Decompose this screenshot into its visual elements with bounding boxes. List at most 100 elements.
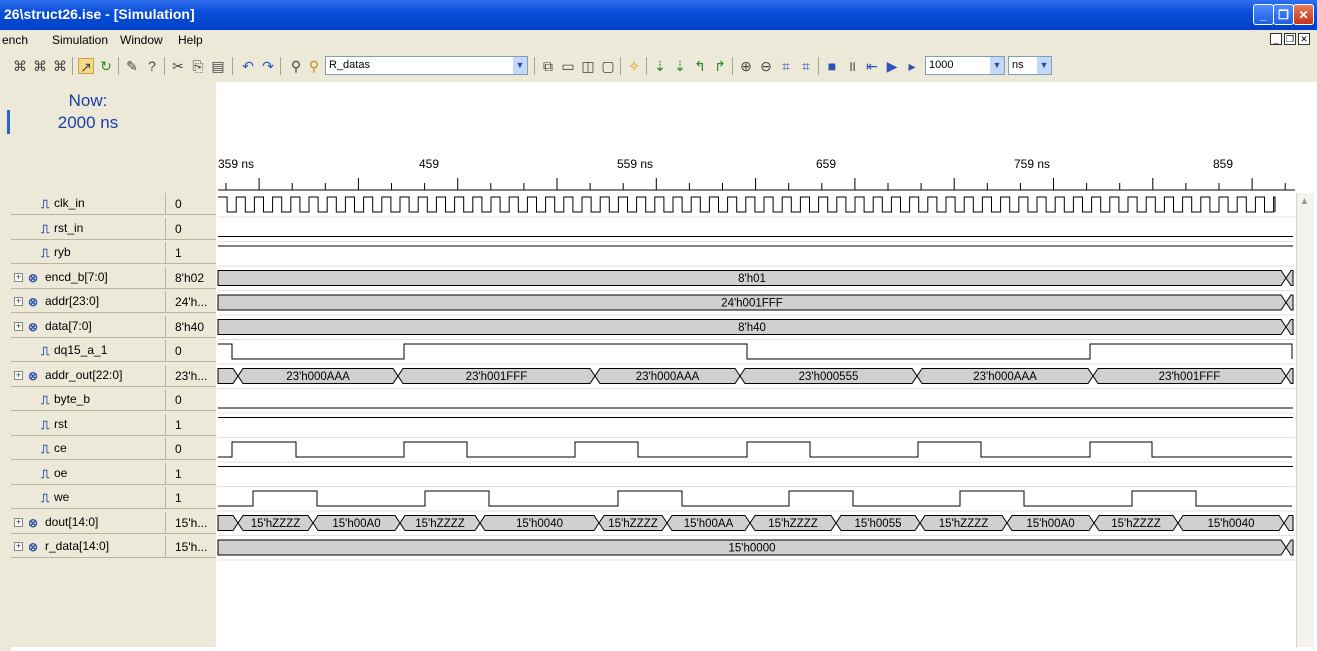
- signal-name: addr[23:0]: [45, 294, 100, 308]
- expand-icon[interactable]: +: [14, 272, 23, 282]
- time-tick-label: 759 ns: [1014, 157, 1050, 171]
- signal-value: 0: [165, 340, 216, 362]
- signal-row-14[interactable]: + ⊗ r_data[14:0]: [11, 536, 165, 558]
- bus-segment: [217, 515, 239, 531]
- expand-icon[interactable]: +: [14, 370, 23, 380]
- bus-value-label: 15'hZZZZ: [939, 518, 988, 530]
- bit-signal-icon: ⎍: [41, 417, 50, 432]
- bus-value-label: 15'hZZZZ: [1111, 518, 1160, 530]
- expand-icon[interactable]: +: [14, 321, 23, 331]
- bus-value-label: 15'h00A0: [332, 518, 380, 530]
- waveform-dq15-a-1: [218, 343, 1293, 360]
- bus-value-label: 23'h000AAA: [286, 371, 350, 383]
- signal-row-8[interactable]: ⎍ byte_b: [11, 389, 165, 411]
- signal-name: r_data[14:0]: [45, 539, 110, 553]
- signal-row-11[interactable]: ⎍ oe: [11, 463, 165, 485]
- waveform-we: [218, 490, 1292, 507]
- signal-row-6[interactable]: ⎍ dq15_a_1: [11, 340, 165, 362]
- signal-value: 0: [165, 389, 216, 411]
- bus-signal-icon: ⊗: [28, 295, 39, 309]
- signal-name: oe: [54, 465, 68, 480]
- bus-value-label: 23'h001FFF: [466, 371, 528, 383]
- signal-name: dq15_a_1: [54, 343, 108, 357]
- bit-signal-icon: ⎍: [41, 197, 50, 211]
- bus-value-label: 8'h01: [738, 273, 766, 285]
- bus-value-label: 15'hZZZZ: [251, 518, 300, 530]
- time-tick-label: 459: [419, 157, 439, 171]
- bit-signal-icon: ⎍: [41, 491, 50, 505]
- bus-value-label: 15'h0040: [1208, 518, 1255, 530]
- signal-row-7[interactable]: + ⊗ addr_out[22:0]: [11, 365, 165, 387]
- signal-value: 8'h40: [165, 315, 216, 338]
- bus-signal-icon: ⊗: [28, 515, 39, 530]
- bus-value-label: 15'hZZZZ: [415, 518, 464, 530]
- waveform-clk-in: [218, 196, 1276, 213]
- time-tick-label: 359 ns: [218, 157, 254, 171]
- time-tick-label: 659: [816, 157, 836, 171]
- bit-signal-icon: ⎍: [41, 442, 50, 456]
- bus-signal-icon: ⊗: [28, 540, 39, 554]
- bus-value-label: 23'h000AAA: [636, 371, 700, 383]
- bus-segment: [217, 368, 239, 384]
- signal-value: 15'h...: [165, 511, 216, 534]
- bus-signal-icon: ⊗: [28, 319, 39, 334]
- bus-value-label: 15'h0000: [729, 543, 776, 555]
- signal-row-10[interactable]: ⎍ ce: [11, 438, 165, 460]
- signal-row-1[interactable]: ⎍ rst_in: [11, 218, 165, 240]
- signal-value: 15'h...: [165, 536, 216, 558]
- time-tick-label: 859: [1213, 157, 1233, 171]
- signal-value: 8'h02: [165, 266, 216, 289]
- bit-signal-icon: ⎍: [41, 393, 50, 407]
- time-tick-label: 559 ns: [617, 157, 653, 171]
- bus-segment: [1285, 539, 1294, 556]
- signal-value: 1: [165, 462, 216, 485]
- signal-name: clk_in: [54, 196, 85, 210]
- bus-value-label: 15'h00A0: [1026, 518, 1074, 530]
- bus-segment: [1285, 319, 1294, 335]
- expand-icon[interactable]: +: [14, 542, 23, 551]
- signal-row-12[interactable]: ⎍ we: [11, 487, 165, 509]
- vertical-scrollbar[interactable]: [1296, 193, 1314, 647]
- signal-value: 0: [165, 193, 216, 215]
- signal-value: 0: [165, 217, 216, 240]
- scroll-up-icon[interactable]: ▲: [1296, 193, 1313, 210]
- signal-row-13[interactable]: + ⊗ dout[14:0]: [11, 512, 165, 534]
- bit-signal-icon: ⎍: [41, 344, 50, 358]
- signal-name: byte_b: [54, 392, 91, 406]
- signal-row-4[interactable]: + ⊗ addr[23:0]: [11, 291, 165, 313]
- bus-value-label: 15'hZZZZ: [768, 518, 817, 530]
- bus-value-label: 24'h001FFF: [721, 298, 783, 310]
- expand-icon[interactable]: +: [14, 297, 23, 306]
- signal-name: we: [54, 490, 70, 504]
- bus-value-label: 15'h0055: [855, 518, 902, 530]
- signal-value: 1: [165, 487, 216, 509]
- signal-value: 1: [165, 242, 216, 264]
- signal-value: 24'h...: [165, 291, 216, 313]
- signal-row-2[interactable]: ⎍ ryb: [11, 242, 165, 264]
- bus-value-label: 15'hZZZZ: [608, 518, 657, 530]
- bus-value-label: 23'h000555: [799, 371, 859, 383]
- signal-row-9[interactable]: ⎍ rst: [11, 414, 165, 436]
- bus-value-label: 23'h001FFF: [1159, 371, 1221, 383]
- signal-row-3[interactable]: + ⊗ encd_b[7:0]: [11, 267, 165, 289]
- signal-row-5[interactable]: + ⊗ data[7:0]: [11, 316, 165, 338]
- signal-name: dout[14:0]: [45, 514, 99, 529]
- signal-value: 23'h...: [165, 364, 216, 387]
- bus-value-label: 8'h40: [738, 322, 766, 334]
- bus-signal-icon: ⊗: [28, 368, 39, 383]
- signal-name: encd_b[7:0]: [45, 269, 108, 284]
- bus-segment: [1285, 294, 1294, 311]
- bus-signal-icon: ⊗: [28, 270, 39, 285]
- signal-value: 0: [165, 438, 216, 460]
- bus-value-label: 15'h0040: [516, 518, 563, 530]
- signal-name: ce: [54, 441, 67, 455]
- expand-icon[interactable]: +: [14, 517, 23, 527]
- signal-name: ryb: [54, 245, 71, 259]
- waveform-ce: [218, 441, 1292, 458]
- signal-row-0[interactable]: ⎍ clk_in: [11, 193, 165, 215]
- bit-signal-icon: ⎍: [41, 246, 50, 260]
- signal-name: data[7:0]: [45, 318, 92, 333]
- bus-value-label: 23'h000AAA: [973, 371, 1037, 383]
- signal-value: 1: [165, 413, 216, 436]
- signal-name: addr_out[22:0]: [45, 367, 123, 382]
